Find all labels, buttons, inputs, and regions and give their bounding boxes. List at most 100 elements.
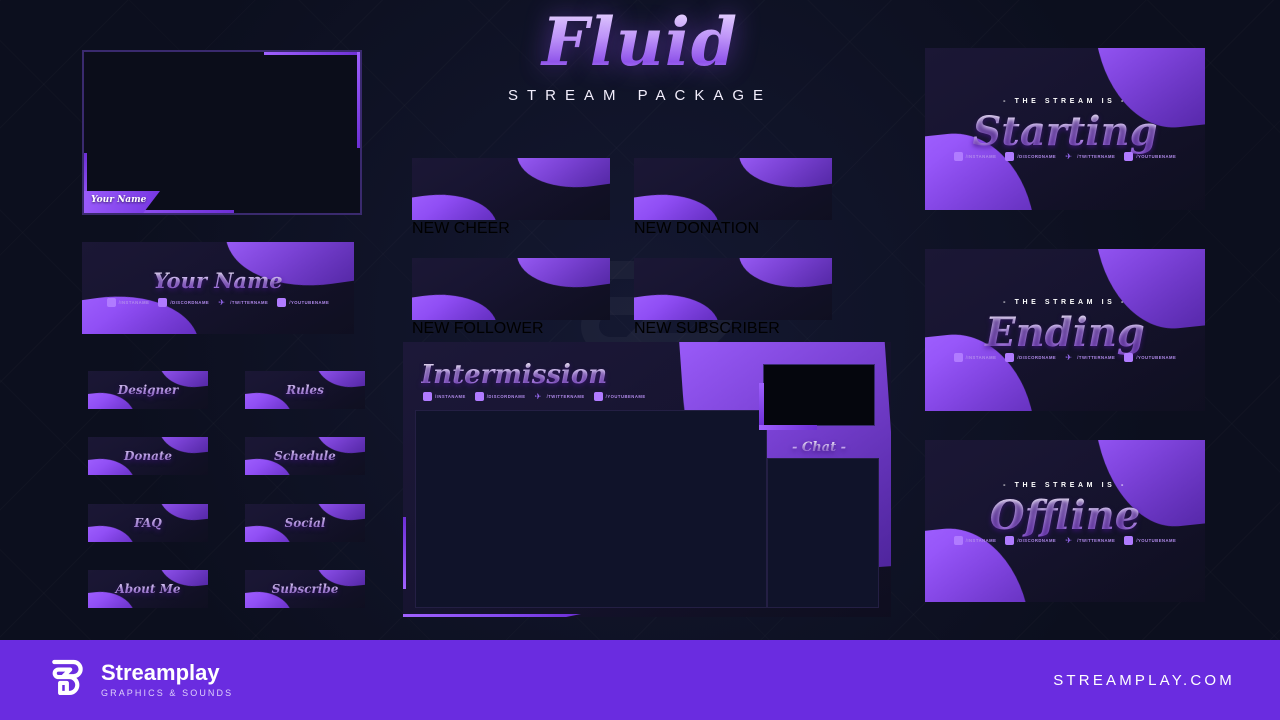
screen-pretitle: - THE STREAM IS - <box>1003 482 1127 489</box>
alert-new-cheer[interactable]: NEW CHEER <box>412 158 610 238</box>
social-discord[interactable]: /DISCORDNAME <box>474 392 526 401</box>
twitter-icon: ✈ <box>1065 353 1072 362</box>
panel-rules[interactable]: Rules <box>245 371 365 409</box>
panel-social[interactable]: Social <box>245 504 365 542</box>
social-handle: /YOUTUBENAME <box>1136 355 1177 360</box>
alert-label: NEW FOLLOWER <box>412 320 544 337</box>
screen-ending[interactable]: - THE STREAM IS - Ending /INSTANAME/DISC… <box>925 249 1205 411</box>
social-instagram[interactable]: /INSTANAME <box>953 353 997 362</box>
alert-label: NEW DONATION <box>634 220 760 237</box>
instagram-icon <box>953 152 963 161</box>
social-handle: /TWITTERNAME <box>546 394 585 399</box>
alert-shade <box>634 258 832 320</box>
instagram-icon <box>106 298 116 307</box>
social-twitter[interactable]: ✈ /TWITTERNAME <box>1065 152 1115 161</box>
social-handle: /INSTANAME <box>118 300 150 305</box>
social-handle: /TWITTERNAME <box>1077 355 1116 360</box>
social-handle: /TWITTERNAME <box>1077 154 1116 159</box>
social-handle: /DISCORDNAME <box>1017 154 1057 159</box>
social-youtube[interactable]: /YOUTUBENAME <box>277 298 329 307</box>
alert-new-follower[interactable]: NEW FOLLOWER <box>412 258 610 338</box>
panel-designer[interactable]: Designer <box>88 371 208 409</box>
brand-logo[interactable]: Streamplay GRAPHICS & SOUNDS <box>45 657 233 703</box>
intermission-edge-left <box>403 517 406 589</box>
brand-name: Streamplay <box>101 660 220 685</box>
alert-shade <box>412 158 610 220</box>
alert-new-subscriber[interactable]: NEW SUBSCRIBER <box>634 258 832 338</box>
panel-about-me[interactable]: About Me <box>88 570 208 608</box>
social-handle: /YOUTUBENAME <box>1136 154 1177 159</box>
screen-social-row: /INSTANAME/DISCORDNAME ✈ /TWITTERNAME/YOUT… <box>925 152 1205 161</box>
social-twitter[interactable]: ✈ /TWITTERNAME <box>1065 536 1115 545</box>
social-instagram[interactable]: /INSTANAME <box>423 392 466 401</box>
webcam-overlay-frame[interactable]: Your Name <box>82 50 362 215</box>
social-twitter[interactable]: ✈ /TWITTERNAME <box>535 392 585 401</box>
social-discord[interactable]: /DISCORDNAME <box>1005 353 1056 362</box>
banner-name-label: Your Name <box>82 268 354 293</box>
social-handle: /DISCORDNAME <box>486 394 526 399</box>
social-instagram[interactable]: /INSTANAME <box>106 298 150 307</box>
discord-icon <box>1005 152 1015 161</box>
screen-pretitle: - THE STREAM IS - <box>1003 98 1127 105</box>
youtube-icon <box>1124 536 1134 545</box>
alert-shade <box>412 258 610 320</box>
screen-offline[interactable]: - THE STREAM IS - Offline /INSTANAME/DIS… <box>925 440 1205 602</box>
twitter-icon: ✈ <box>534 392 542 401</box>
webcam-nametag-label: Your Name <box>91 195 147 205</box>
social-handle: /YOUTUBENAME <box>1136 538 1177 543</box>
panel-schedule[interactable]: Schedule <box>245 437 365 475</box>
panel-donate[interactable]: Donate <box>88 437 208 475</box>
social-discord[interactable]: /DISCORDNAME <box>1005 152 1056 161</box>
youtube-icon <box>1124 152 1134 161</box>
panel-label: Designer <box>88 371 208 409</box>
instagram-icon <box>953 353 963 362</box>
screen-title: Ending <box>925 309 1205 356</box>
screen-pretitle: - THE STREAM IS - <box>1003 299 1127 306</box>
discord-icon <box>474 392 484 401</box>
footer-url[interactable]: STREAMPLAY.COM <box>1053 672 1235 689</box>
screen-starting[interactable]: - THE STREAM IS - Starting /INSTANAME/DI… <box>925 48 1205 210</box>
social-handle: /INSTANAME <box>965 355 997 360</box>
social-handle: /YOUTUBENAME <box>605 394 646 399</box>
alert-new-donation[interactable]: NEW DONATION <box>634 158 832 238</box>
youtube-icon <box>593 392 603 401</box>
social-discord[interactable]: /DISCORDNAME <box>1005 536 1056 545</box>
social-youtube[interactable]: /YOUTUBENAME <box>1124 152 1176 161</box>
streamplay-logo-icon <box>52 659 83 696</box>
social-handle: /INSTANAME <box>435 394 466 399</box>
social-instagram[interactable]: /INSTANAME <box>953 152 997 161</box>
panel-subscribe[interactable]: Subscribe <box>245 570 365 608</box>
screen-title: Starting <box>925 108 1205 155</box>
social-youtube[interactable]: /YOUTUBENAME <box>1124 536 1176 545</box>
social-handle: /YOUTUBENAME <box>289 300 330 305</box>
discord-icon <box>1005 536 1015 545</box>
screen-title: Offline <box>925 492 1205 539</box>
twitter-icon: ✈ <box>218 298 225 307</box>
screen-social-row: /INSTANAME/DISCORDNAME ✈ /TWITTERNAME/YOUT… <box>925 353 1205 362</box>
panel-faq[interactable]: FAQ <box>88 504 208 542</box>
twitter-icon: ✈ <box>1065 152 1072 161</box>
social-instagram[interactable]: /INSTANAME <box>953 536 997 545</box>
brand-tagline: GRAPHICS & SOUNDS <box>101 688 234 698</box>
intermission-chat-label: - Chat - <box>763 440 875 455</box>
banner-social-row: /INSTANAME/DISCORDNAME ✈ /TWITTERNAME/YOUT… <box>82 298 354 307</box>
intermission-main-content-box[interactable] <box>415 410 767 608</box>
social-handle: /INSTANAME <box>965 154 997 159</box>
name-banner[interactable]: Your Name /INSTANAME/DISCORDNAME ✈ /TWITTE… <box>82 242 354 334</box>
social-discord[interactable]: /DISCORDNAME <box>158 298 209 307</box>
intermission-overlay[interactable]: Intermission /INSTANAME/DISCORDNAME ✈ /TWI… <box>403 342 891 617</box>
panel-label: Donate <box>88 437 208 475</box>
screen-social-row: /INSTANAME/DISCORDNAME ✈ /TWITTERNAME/YOUT… <box>925 536 1205 545</box>
intermission-webcam-box[interactable] <box>759 364 875 430</box>
cam-accent-bottom <box>759 425 817 430</box>
social-youtube[interactable]: /YOUTUBENAME <box>1124 353 1176 362</box>
intermission-chat-box[interactable] <box>767 458 879 608</box>
panel-label: About Me <box>88 570 208 608</box>
panel-label: Schedule <box>245 437 365 475</box>
brand-text: Streamplay GRAPHICS & SOUNDS <box>101 660 234 699</box>
frame-edge-right <box>357 52 360 148</box>
social-youtube[interactable]: /YOUTUBENAME <box>593 392 646 401</box>
panel-label: Subscribe <box>245 570 365 608</box>
social-twitter[interactable]: ✈ /TWITTERNAME <box>1065 353 1115 362</box>
social-twitter[interactable]: ✈ /TWITTERNAME <box>218 298 268 307</box>
